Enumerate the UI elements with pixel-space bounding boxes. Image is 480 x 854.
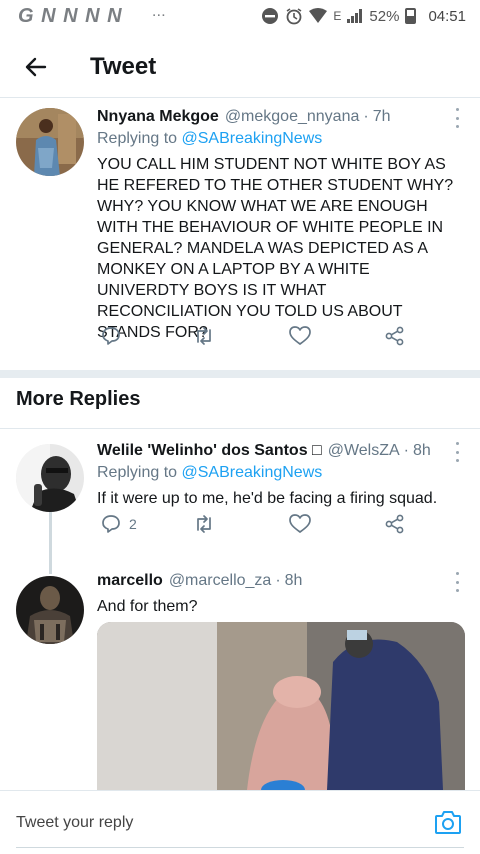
status-bar: G N N N N ··· E 52% 04:51	[0, 0, 480, 32]
replying-to-link[interactable]: @SABreakingNews	[182, 464, 323, 481]
share-button[interactable]	[385, 514, 405, 534]
like-icon	[289, 514, 311, 533]
tweet-reply-3[interactable]: marcello @marcello_za · 8h And for them?	[0, 566, 480, 790]
camera-button[interactable]	[434, 809, 464, 837]
system-icons: E 52% 04:51	[261, 7, 466, 25]
more-replies-heading: More Replies	[16, 388, 141, 410]
share-button[interactable]	[385, 326, 405, 346]
signal-icon	[347, 9, 363, 23]
notification-icons: G N N N N ···	[18, 5, 167, 28]
replying-to: Replying to @SABreakingNews	[97, 130, 460, 148]
author-name[interactable]: marcello	[97, 572, 163, 590]
tweet-header: Nnyana Mekgoe @mekgoe_nnyana · 7h	[97, 108, 460, 126]
tweet-text: If it were up to me, he'd be facing a fi…	[97, 490, 438, 507]
tweet-media-video[interactable]	[97, 622, 465, 790]
separator: ·	[403, 442, 409, 459]
more-icon	[455, 108, 459, 111]
avatar[interactable]	[16, 576, 84, 644]
like-button[interactable]	[289, 326, 311, 346]
camera-icon	[435, 811, 461, 834]
network-type: E	[333, 9, 342, 23]
clock: 04:51	[428, 7, 466, 25]
reply-icon	[102, 327, 120, 345]
battery-percent: 52%	[369, 7, 400, 25]
more-options-button[interactable]	[450, 572, 464, 592]
author-handle[interactable]: @marcello_za	[169, 572, 272, 590]
back-arrow-icon	[25, 57, 47, 76]
retweet-button[interactable]	[193, 514, 215, 534]
timestamp: 7h	[372, 108, 391, 125]
tweet-text: And for them?	[97, 598, 198, 615]
input-underline	[16, 847, 464, 848]
more-notifications-icon: ···	[152, 10, 167, 22]
reply-count: 2	[129, 516, 137, 532]
reply-button[interactable]: 2	[101, 514, 137, 534]
replying-to-link[interactable]: @SABreakingNews	[182, 130, 323, 147]
reply-compose-bar	[0, 790, 480, 854]
do-not-disturb-icon	[262, 8, 279, 24]
more-options-button[interactable]	[450, 108, 464, 128]
like-button[interactable]	[289, 514, 311, 534]
page-title: Tweet	[90, 52, 157, 80]
more-options-button[interactable]	[450, 442, 464, 462]
replying-prefix: Replying to	[97, 464, 182, 481]
tweet-reply-1[interactable]: Nnyana Mekgoe @mekgoe_nnyana · 7h Replyi…	[0, 98, 480, 370]
back-button[interactable]	[6, 37, 66, 97]
battery-icon	[405, 8, 417, 24]
like-icon	[289, 326, 311, 345]
avatar[interactable]	[16, 444, 84, 512]
wifi-icon	[309, 8, 328, 23]
reply-button[interactable]	[101, 326, 121, 346]
more-icon	[455, 442, 459, 445]
section-divider	[0, 370, 480, 378]
timestamp: 8h	[284, 572, 303, 589]
retweet-icon	[197, 327, 211, 345]
replying-prefix: Replying to	[97, 130, 182, 147]
reply-input[interactable]	[16, 813, 396, 832]
divider	[0, 428, 480, 429]
author-handle[interactable]: @WelsZA	[328, 442, 400, 460]
tweet-text: YOU CALL HIM STUDENT NOT WHITE BOY AS HE…	[97, 156, 454, 341]
replying-to: Replying to @SABreakingNews	[97, 464, 460, 482]
tweet-header: Welile 'Welinho' dos Santos □ @WelsZA · …	[97, 442, 460, 460]
carrier-icons: G N N N N	[18, 4, 123, 27]
retweet-icon	[197, 515, 211, 533]
share-icon	[385, 326, 404, 346]
author-handle[interactable]: @mekgoe_nnyana	[225, 108, 360, 126]
retweet-button[interactable]	[193, 326, 215, 346]
avatar[interactable]	[16, 108, 84, 176]
author-name[interactable]: Welile 'Welinho' dos Santos □	[97, 442, 322, 460]
reply-icon	[102, 515, 120, 533]
separator: ·	[275, 572, 281, 589]
timestamp: 8h	[413, 442, 431, 459]
tweet-header: marcello @marcello_za · 8h	[97, 572, 460, 590]
author-name[interactable]: Nnyana Mekgoe	[97, 108, 219, 126]
alarm-icon	[286, 8, 302, 25]
tweet-reply-2[interactable]: Welile 'Welinho' dos Santos □ @WelsZA · …	[0, 430, 480, 560]
app-header: Tweet	[0, 36, 480, 98]
share-icon	[385, 514, 404, 534]
more-icon	[455, 572, 459, 575]
separator: ·	[363, 108, 369, 125]
